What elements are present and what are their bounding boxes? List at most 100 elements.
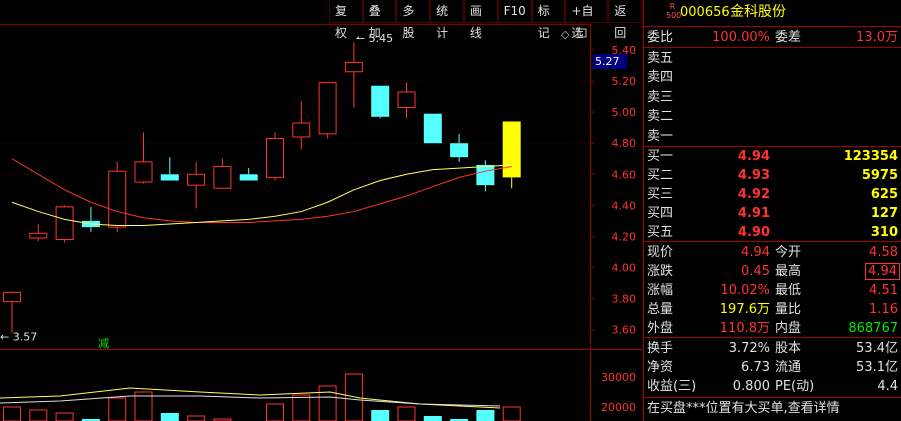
kline-chart[interactable]: 5.405.205.004.804.604.404.204.003.803.60… <box>0 0 642 421</box>
volume-bar[interactable] <box>292 394 311 421</box>
volume-bar[interactable] <box>55 412 74 421</box>
big-order-alert[interactable]: 在买盘***位置有大买单,查看详情 <box>644 399 901 418</box>
wei-bi-value: 100.00% <box>712 30 770 45</box>
toolbar-button-8[interactable]: 返回 <box>608 0 642 40</box>
candle[interactable] <box>108 161 127 232</box>
volume-bar[interactable] <box>502 406 521 421</box>
volume-bar[interactable] <box>318 385 337 421</box>
fund-value: 4.4 <box>877 379 898 394</box>
candle[interactable] <box>55 205 74 243</box>
divider <box>644 241 901 242</box>
candle[interactable] <box>450 133 469 162</box>
buy-volume: 123354 <box>843 149 898 164</box>
volume-bar[interactable] <box>187 415 206 421</box>
buy-label: 买五 <box>647 225 674 240</box>
candle[interactable] <box>371 85 390 119</box>
volume-bar[interactable] <box>397 406 416 421</box>
candle[interactable] <box>423 113 442 144</box>
stat-label: 内盘 <box>775 321 802 336</box>
price-tick-label: 4.00 <box>612 262 637 275</box>
fund-label: 收益(三) <box>647 379 697 394</box>
candle[interactable] <box>160 157 179 181</box>
toolbar-button-5[interactable]: F10 <box>497 0 532 23</box>
stat-value: 197.6万 <box>719 302 770 317</box>
stock-name: 金科股份 <box>730 4 786 20</box>
stat-label: 现价 <box>647 245 674 260</box>
stat-row: 涨幅 10.02% 最低 4.51 <box>644 281 901 300</box>
sell-label: 卖四 <box>647 70 674 86</box>
candle[interactable] <box>81 206 100 232</box>
fund-value: 53.4亿 <box>856 341 898 356</box>
diamond-icon[interactable]: ◇ <box>561 28 570 41</box>
candle[interactable] <box>292 101 311 150</box>
toolbar-button-2[interactable]: 多股 <box>396 0 431 40</box>
candle[interactable] <box>3 291 21 333</box>
volume-tick-label: 30000 <box>601 371 636 384</box>
candle[interactable] <box>187 161 206 209</box>
sell-label: 卖一 <box>647 128 674 144</box>
ma-line-red <box>11 158 512 223</box>
buy-price: 4.90 <box>737 225 770 240</box>
low-annotation: ← 3.57 <box>0 330 37 343</box>
buy-row: 买二 4.93 5975 <box>644 166 901 185</box>
stat-row: 涨跌 0.45 最高 4.94 <box>644 262 901 281</box>
volume-bar[interactable] <box>423 416 442 421</box>
candle[interactable] <box>476 160 495 192</box>
stat-label: 涨幅 <box>647 283 674 298</box>
candle[interactable] <box>502 121 521 189</box>
price-tick-label: 5.00 <box>612 106 637 119</box>
stat-value: 4.51 <box>869 283 898 298</box>
volume-bar[interactable] <box>476 410 495 421</box>
volume-bar[interactable] <box>108 397 127 421</box>
volume-bar[interactable] <box>266 403 284 421</box>
fund-label: 换手 <box>647 341 674 356</box>
sell-label: 卖二 <box>647 109 674 125</box>
stat-label: 量比 <box>775 302 802 317</box>
price-tick-label: 4.40 <box>612 199 637 212</box>
divider <box>644 337 901 338</box>
toolbar-button-7[interactable]: +自选 <box>565 0 609 40</box>
price-tick-label: 3.80 <box>612 293 637 306</box>
toolbar-button-3[interactable]: 统计 <box>430 0 464 40</box>
volume-bar[interactable] <box>160 413 179 421</box>
big-order-alert-text[interactable]: 在买盘***位置有大买单,查看详情 <box>647 399 840 418</box>
fund-label: 流通 <box>775 360 802 375</box>
volume-ma-white <box>0 395 501 407</box>
kline-chart-panel[interactable]: 5.40 5.20 5.00 4.80 4.60 4.40 4.20 4.00 3.80 3.60… <box>0 0 642 421</box>
volume-bar[interactable] <box>3 406 21 421</box>
price-tick-label: 4.60 <box>612 168 637 181</box>
fund-value: 6.73 <box>741 360 770 375</box>
stat-row: 总量 197.6万 量比 1.16 <box>644 300 901 319</box>
stat-label: 今开 <box>775 245 802 260</box>
candle[interactable] <box>134 132 153 184</box>
toolbar-button-4[interactable]: 画线 <box>463 0 498 40</box>
toolbar-button-1[interactable]: 叠加 <box>362 0 397 40</box>
reduce-marker: 减 <box>98 337 109 350</box>
divider <box>644 26 901 27</box>
volume-bar[interactable] <box>29 409 48 421</box>
candle[interactable] <box>213 158 232 189</box>
candle[interactable] <box>344 42 363 108</box>
toolbar-button-0[interactable]: 复权 <box>329 0 363 40</box>
price-tick-label: 4.20 <box>612 230 637 243</box>
stat-value: 868767 <box>848 321 898 336</box>
candle[interactable] <box>29 224 48 242</box>
volume-bar[interactable] <box>371 410 390 421</box>
buy-row: 买三 4.92 625 <box>644 185 901 204</box>
fund-row: 净资 6.73 流通 53.1亿 <box>644 358 901 377</box>
chart-toolbar: 复权 叠加 多股 统计 画线 F10 标记 +自选 返回 <box>329 0 642 40</box>
buy-label: 买四 <box>647 206 674 221</box>
candle[interactable] <box>266 132 284 181</box>
fund-value: 3.72% <box>728 341 770 356</box>
toolbar-button-6[interactable]: 标记 <box>531 0 566 40</box>
candle[interactable] <box>318 82 337 139</box>
sell-row: 卖四 <box>644 68 901 87</box>
candle[interactable] <box>397 82 416 119</box>
buy-label: 买二 <box>647 168 674 183</box>
stat-label: 外盘 <box>647 321 674 336</box>
buy-price: 4.94 <box>737 149 770 164</box>
buy-volume: 127 <box>870 206 898 221</box>
stat-label: 涨跌 <box>647 264 674 279</box>
candle[interactable] <box>239 168 258 181</box>
sell-label: 卖五 <box>647 51 674 66</box>
